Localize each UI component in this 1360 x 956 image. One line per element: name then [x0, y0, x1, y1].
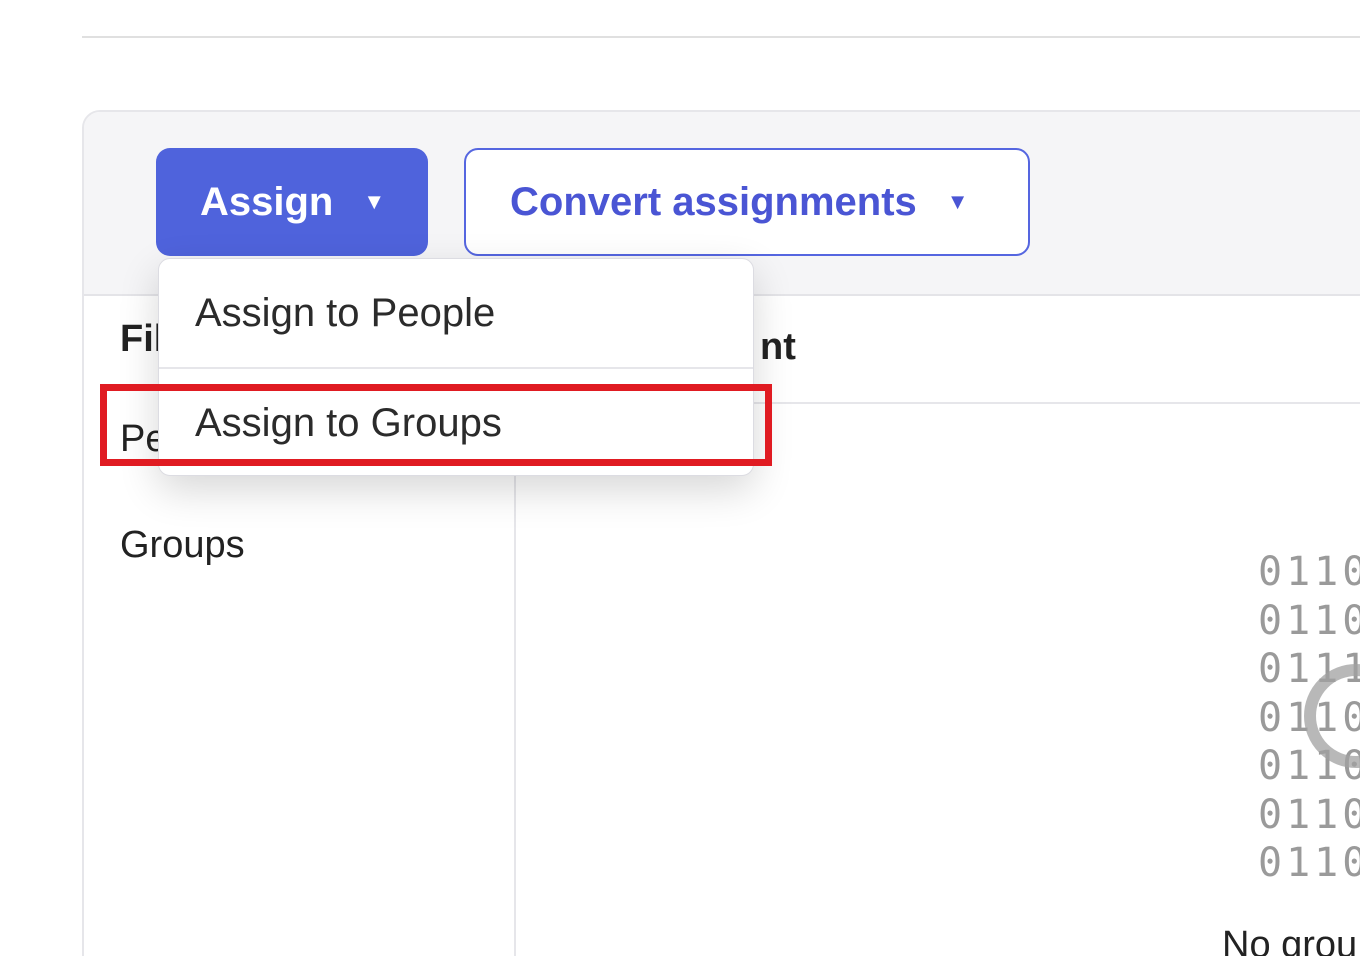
empty-state-message: No grou: [1222, 924, 1358, 956]
convert-assignments-button[interactable]: Convert assignments ▼: [464, 148, 1030, 256]
sidebar-item-groups[interactable]: Groups: [120, 524, 245, 567]
caret-down-icon: ▼: [363, 189, 386, 214]
menu-item-assign-to-groups[interactable]: Assign to Groups: [159, 369, 753, 475]
binary-line: 0110: [1258, 597, 1360, 644]
assign-button[interactable]: Assign ▼: [156, 148, 428, 256]
convert-assignments-label: Convert assignments: [510, 179, 917, 224]
menu-item-assign-to-people[interactable]: Assign to People: [159, 259, 753, 367]
binary-line: 0110: [1258, 840, 1360, 886]
assign-dropdown-menu: Assign to People Assign to Groups: [158, 258, 754, 476]
top-divider: [82, 36, 1360, 38]
assign-button-label: Assign: [200, 179, 334, 224]
content-header: nt: [760, 326, 796, 368]
caret-down-icon: ▼: [946, 189, 969, 214]
binary-line: 0110: [1258, 791, 1360, 838]
binary-line: 0110: [1258, 549, 1360, 595]
page: Assign ▼ Convert assignments ▼ Fil Pe Gr…: [0, 0, 1360, 956]
